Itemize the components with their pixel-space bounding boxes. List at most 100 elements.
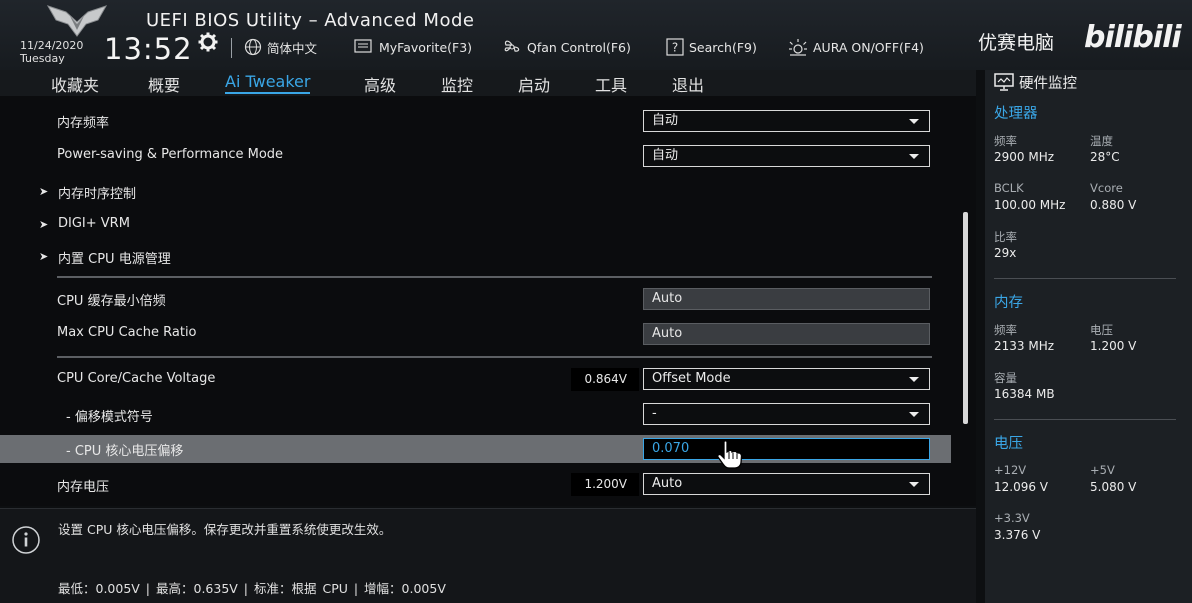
- tab-tool[interactable]: 工具: [595, 72, 627, 96]
- core-voltage-mode-select[interactable]: Offset Mode: [643, 368, 930, 390]
- vcore-value: 0.880 V: [1090, 198, 1137, 212]
- min-cache-ratio-label: CPU 缓存最小倍频: [57, 294, 166, 309]
- settings-panel: 内存频率 自动 Power-saving & Performance Mode …: [0, 96, 976, 506]
- tab-main[interactable]: 概要: [148, 72, 180, 96]
- tab-boot[interactable]: 启动: [518, 72, 550, 96]
- power-mode-label: Power-saving & Performance Mode: [57, 147, 284, 162]
- chevron-down-icon: [909, 412, 919, 417]
- tab-ai-tweaker[interactable]: Ai Tweaker: [225, 72, 311, 94]
- chevron-down-icon: [909, 154, 919, 159]
- scrollbar[interactable]: [963, 212, 968, 424]
- help-panel: 设置 CPU 核心电压偏移。保存更改并重置系统使更改生效。 最低：0.005V …: [0, 508, 976, 603]
- hand-cursor-icon: [717, 440, 743, 469]
- memory-frequency-value: 自动: [652, 113, 679, 128]
- dram-voltage-label: 内存电压: [57, 480, 110, 495]
- myfavorite-button[interactable]: MyFavorite(F3): [354, 38, 472, 56]
- v33-label: +3.3V: [994, 511, 1030, 525]
- mem-cap-label: 容量: [994, 371, 1017, 385]
- offset-sign-label: - 偏移模式符号: [66, 410, 153, 425]
- search-button[interactable]: ? Search(F9): [666, 38, 757, 56]
- bclk-label: BCLK: [994, 181, 1024, 195]
- core-voltage-label: CPU Core/Cache Voltage: [57, 371, 216, 386]
- submenu-digi-vrm-label: DIGI+ VRM: [58, 216, 130, 231]
- header-bar: UEFI BIOS Utility – Advanced Mode 11/24/…: [0, 0, 1192, 70]
- cpu-freq-value: 2900 MHz: [994, 150, 1055, 164]
- date-text: 11/24/2020: [20, 39, 84, 52]
- submenu-cpu-power-label: 内置 CPU 电源管理: [58, 252, 171, 267]
- tab-exit[interactable]: 退出: [672, 72, 704, 96]
- aura-button[interactable]: AURA ON/OFF(F4): [788, 38, 924, 56]
- mem-volt-value: 1.200 V: [1090, 339, 1137, 353]
- chevron-down-icon: [909, 119, 919, 124]
- cpu-freq-label: 频率: [994, 134, 1017, 148]
- mem-freq-value: 2133 MHz: [994, 339, 1055, 353]
- hardware-monitor-panel: 硬件监控 处理器 频率 温度 2900 MHz 28°C BCLK Vcore …: [985, 70, 1192, 603]
- tuf-logo: [46, 5, 108, 37]
- bclk-value: 100.00 MHz: [994, 198, 1066, 212]
- dram-voltage-value: Auto: [652, 476, 683, 491]
- main-menu: 收藏夹 概要 Ai Tweaker 高级 监控 启动 工具 退出: [0, 70, 976, 96]
- offset-value-input[interactable]: 0.070: [643, 438, 930, 460]
- svg-text:?: ?: [672, 41, 678, 55]
- watermark-text: 优赛电脑: [978, 32, 1055, 54]
- memory-section-title: 内存: [994, 295, 1023, 311]
- cpu-temp-label: 温度: [1090, 134, 1113, 148]
- offset-sign-select[interactable]: -: [643, 403, 930, 425]
- voltage-section-title: 电压: [994, 436, 1023, 452]
- section-divider: [57, 276, 932, 278]
- day-text: Tuesday: [20, 52, 65, 65]
- globe-icon: [244, 38, 262, 56]
- ratio-value: 29x: [994, 246, 1017, 260]
- submenu-memory-timing-label: 内存时序控制: [58, 187, 137, 202]
- header-divider: [231, 38, 232, 58]
- core-voltage-reading: 0.864V: [571, 368, 639, 391]
- info-icon: [12, 526, 40, 554]
- max-cache-ratio-label: Max CPU Cache Ratio: [57, 325, 197, 340]
- chevron-down-icon: [909, 482, 919, 487]
- v12-label: +12V: [994, 463, 1027, 477]
- tab-monitor[interactable]: 监控: [441, 72, 473, 96]
- language-button[interactable]: 简体中文: [244, 38, 317, 56]
- cpu-temp-value: 28°C: [1090, 150, 1120, 164]
- min-cache-ratio-field[interactable]: Auto: [643, 288, 930, 310]
- section-divider: [994, 278, 1176, 279]
- hw-monitor-title: 硬件监控: [1019, 76, 1077, 92]
- aura-icon: [789, 39, 807, 56]
- time-display: 13:52: [104, 32, 193, 66]
- dram-voltage-select[interactable]: Auto: [643, 473, 930, 495]
- myfavorite-label: MyFavorite(F3): [379, 39, 473, 55]
- memory-frequency-label: 内存频率: [57, 116, 110, 131]
- qfan-button[interactable]: Qfan Control(F6): [502, 38, 631, 56]
- v5-value: 5.080 V: [1090, 480, 1137, 494]
- vcore-label: Vcore: [1090, 181, 1123, 195]
- gear-icon[interactable]: [198, 32, 218, 52]
- help-description: 设置 CPU 核心电压偏移。保存更改并重置系统使更改生效。: [58, 522, 392, 537]
- app-title: UEFI BIOS Utility – Advanced Mode: [146, 10, 475, 31]
- ratio-label: 比率: [994, 230, 1017, 244]
- power-mode-select[interactable]: 自动: [643, 145, 930, 167]
- monitor-icon: [994, 73, 1014, 91]
- search-label: Search(F9): [689, 39, 757, 55]
- dram-voltage-reading: 1.200V: [571, 473, 639, 496]
- fan-icon: [504, 40, 520, 52]
- chevron-down-icon: [909, 377, 919, 382]
- v12-value: 12.096 V: [994, 480, 1049, 494]
- memory-frequency-select[interactable]: 自动: [643, 110, 930, 132]
- chevron-right-icon: ➤: [39, 218, 49, 231]
- offset-sign-value: -: [652, 406, 657, 421]
- mem-cap-value: 16384 MB: [994, 387, 1055, 401]
- aura-label: AURA ON/OFF(F4): [813, 39, 924, 55]
- bilibili-logo: bilibili: [1084, 20, 1182, 55]
- v5-label: +5V: [1090, 463, 1115, 477]
- help-range: 最低：0.005V | 最高：0.635V | 标准：根据 CPU | 增幅：0…: [58, 581, 446, 596]
- search-icon: ?: [666, 38, 684, 56]
- v33-value: 3.376 V: [994, 528, 1041, 542]
- qfan-label: Qfan Control(F6): [527, 39, 631, 55]
- date-display: 11/24/2020 Tuesday: [20, 39, 83, 65]
- cpu-section-title: 处理器: [994, 106, 1038, 122]
- tab-favorites[interactable]: 收藏夹: [51, 72, 99, 96]
- tab-advanced[interactable]: 高级: [364, 72, 396, 96]
- max-cache-ratio-field[interactable]: Auto: [643, 323, 930, 345]
- offset-value-label: - CPU 核心电压偏移: [66, 444, 184, 459]
- mem-freq-label: 频率: [994, 323, 1017, 337]
